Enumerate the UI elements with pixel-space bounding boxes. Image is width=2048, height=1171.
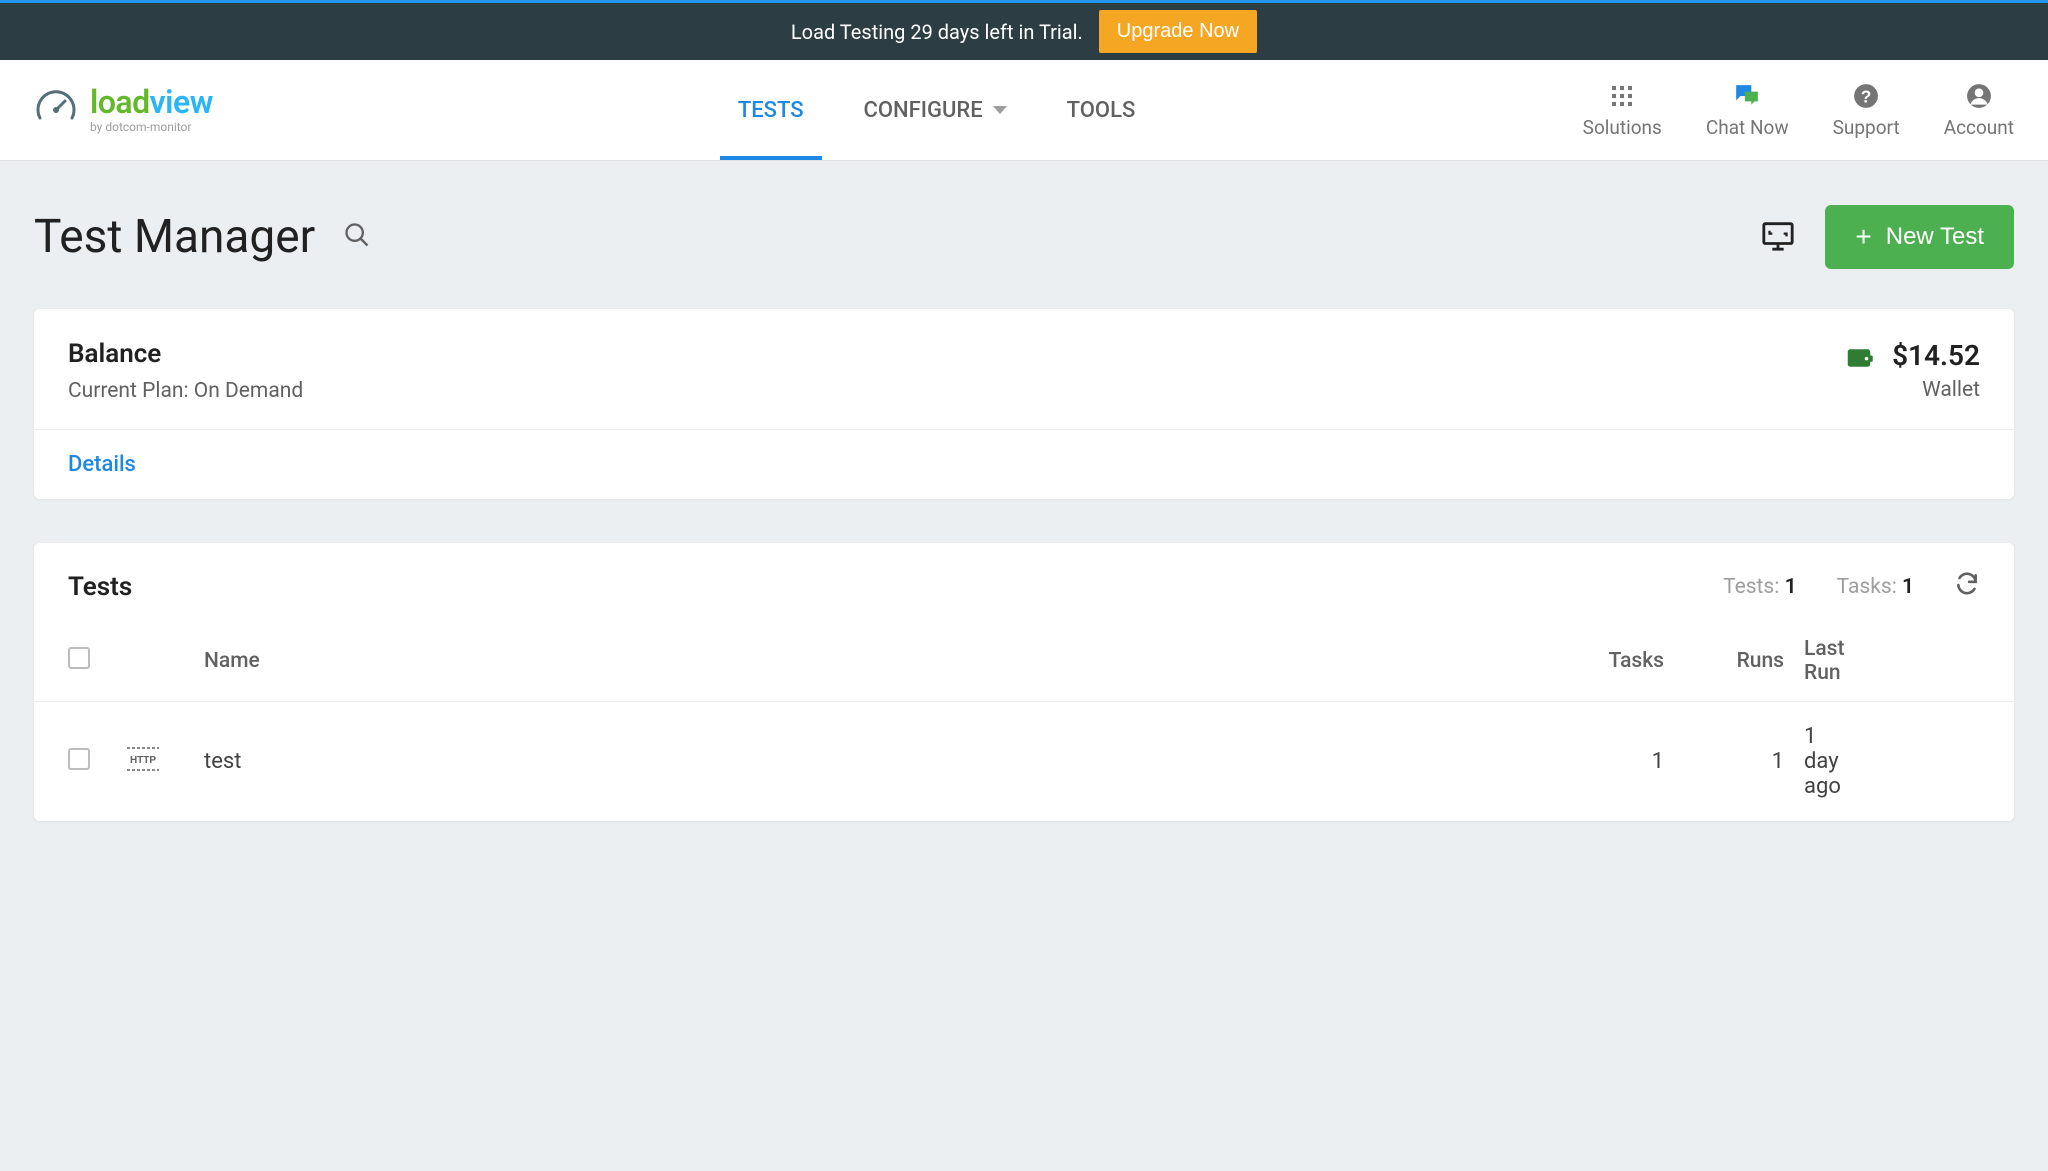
tab-tests[interactable]: TESTS bbox=[738, 60, 804, 160]
http-type-icon: HTTP bbox=[124, 744, 162, 774]
trial-banner: Load Testing 29 days left in Trial. Upgr… bbox=[0, 3, 2048, 60]
col-runs: Runs bbox=[1674, 621, 1794, 702]
new-test-label: New Test bbox=[1886, 223, 1984, 251]
header-right: Solutions Chat Now ? Support bbox=[1583, 82, 2014, 139]
account-button[interactable]: Account bbox=[1944, 82, 2014, 139]
help-icon: ? bbox=[1852, 82, 1880, 110]
upgrade-button[interactable]: Upgrade Now bbox=[1099, 10, 1257, 53]
tests-count: 1 bbox=[1785, 575, 1797, 599]
col-tasks: Tasks bbox=[1554, 621, 1674, 702]
gauge-icon bbox=[34, 88, 78, 132]
tests-count-block: Tests: 1 bbox=[1723, 575, 1797, 599]
page-body: Test Manager + New Test bbox=[0, 161, 2048, 909]
chat-label: Chat Now bbox=[1706, 116, 1789, 139]
tasks-count: 1 bbox=[1902, 575, 1914, 599]
logo[interactable]: loadview by dotcom-monitor bbox=[34, 86, 213, 134]
apps-icon bbox=[1608, 82, 1636, 110]
new-test-button[interactable]: + New Test bbox=[1825, 205, 2014, 269]
row-tasks: 1 bbox=[1554, 702, 1674, 822]
tab-configure-label: CONFIGURE bbox=[864, 98, 983, 123]
solutions-label: Solutions bbox=[1583, 116, 1662, 139]
nav-tabs: TESTS CONFIGURE TOOLS bbox=[738, 60, 1135, 160]
page-title: Test Manager bbox=[34, 210, 315, 264]
svg-text:?: ? bbox=[1861, 86, 1872, 106]
tasks-count-block: Tasks: 1 bbox=[1837, 575, 1914, 599]
support-label: Support bbox=[1833, 116, 1900, 139]
tab-configure[interactable]: CONFIGURE bbox=[864, 60, 1007, 160]
logo-tagline: by dotcom-monitor bbox=[90, 120, 213, 134]
chat-button[interactable]: Chat Now bbox=[1706, 82, 1789, 139]
wallet-icon bbox=[1844, 343, 1874, 377]
page-head: Test Manager + New Test bbox=[34, 205, 2014, 269]
balance-card: Balance Current Plan: On Demand $14.52 W… bbox=[34, 309, 2014, 499]
wallet-label: Wallet bbox=[1922, 378, 1980, 402]
col-name: Name bbox=[194, 621, 1554, 702]
table-row[interactable]: HTTP test 1 1 1 day ago bbox=[34, 702, 2014, 822]
balance-amount: $14.52 bbox=[1892, 339, 1980, 372]
tests-table: Name Tasks Runs Last Run HTTP bbox=[34, 621, 2014, 821]
balance-details-link[interactable]: Details bbox=[68, 452, 136, 477]
solutions-button[interactable]: Solutions bbox=[1583, 82, 1662, 139]
support-button[interactable]: ? Support bbox=[1833, 82, 1900, 139]
col-last-run: Last Run bbox=[1794, 621, 2014, 702]
plus-icon: + bbox=[1855, 223, 1871, 251]
search-icon[interactable] bbox=[343, 221, 371, 253]
tests-count-label: Tests: bbox=[1723, 575, 1779, 599]
logo-main-prefix: load bbox=[90, 83, 150, 121]
logo-main-suffix: view bbox=[150, 83, 213, 121]
account-label: Account bbox=[1944, 116, 2014, 139]
recorder-icon[interactable] bbox=[1761, 218, 1795, 256]
account-icon bbox=[1965, 82, 1993, 110]
row-runs: 1 bbox=[1674, 702, 1794, 822]
balance-title: Balance bbox=[68, 339, 303, 369]
select-all-checkbox[interactable] bbox=[68, 647, 90, 669]
tests-title: Tests bbox=[68, 572, 132, 602]
tasks-count-label: Tasks: bbox=[1837, 575, 1897, 599]
row-name: test bbox=[194, 702, 1554, 822]
page-head-right: + New Test bbox=[1761, 205, 2014, 269]
refresh-icon[interactable] bbox=[1954, 571, 1980, 603]
balance-plan: Current Plan: On Demand bbox=[68, 379, 303, 403]
chevron-down-icon bbox=[993, 106, 1007, 114]
chat-icon bbox=[1733, 82, 1761, 110]
main-header: loadview by dotcom-monitor TESTS CONFIGU… bbox=[0, 60, 2048, 161]
trial-message: Load Testing 29 days left in Trial. bbox=[791, 20, 1083, 44]
tests-card: Tests Tests: 1 Tasks: 1 bbox=[34, 543, 2014, 821]
row-checkbox[interactable] bbox=[68, 748, 90, 770]
row-last-run: 1 day ago bbox=[1794, 702, 2014, 822]
tab-tools[interactable]: TOOLS bbox=[1067, 60, 1136, 160]
svg-text:HTTP: HTTP bbox=[130, 755, 156, 766]
logo-text: loadview by dotcom-monitor bbox=[90, 86, 213, 134]
